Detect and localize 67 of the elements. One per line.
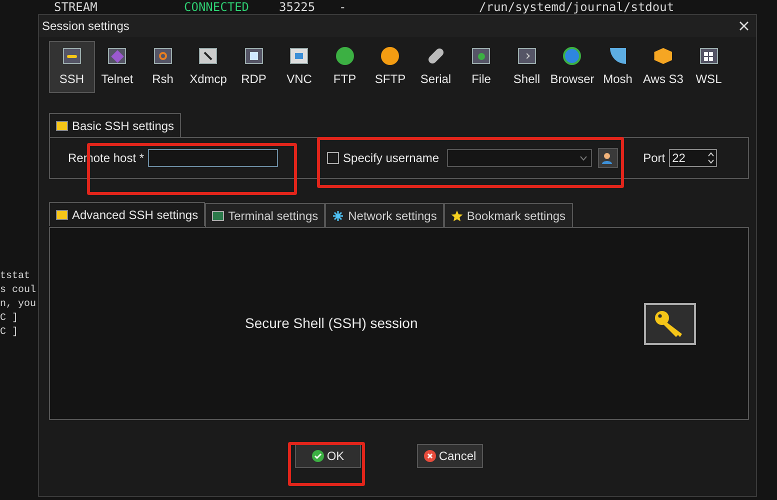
- group-tab-label: Basic SSH settings: [72, 118, 174, 134]
- protocol-button[interactable]: WSL: [686, 41, 732, 93]
- settings-tab[interactable]: Terminal settings: [205, 203, 326, 227]
- monitor-icon: [212, 210, 224, 220]
- terminal-icon: [518, 48, 536, 64]
- terminal-text: C ]: [0, 326, 18, 340]
- protocol-button[interactable]: RDP: [231, 41, 276, 93]
- terminal-text: tstat: [0, 270, 30, 284]
- port-spinner[interactable]: 22: [669, 149, 718, 167]
- globe-icon: [563, 47, 582, 65]
- gears-icon: [154, 48, 172, 64]
- monitor-icon: [290, 48, 308, 64]
- network-icon: [332, 210, 344, 222]
- ok-button[interactable]: OK: [295, 444, 361, 468]
- terminal-text: 35225: [279, 0, 316, 14]
- tab-label: Terminal settings: [228, 208, 318, 224]
- protocol-button[interactable]: Telnet: [94, 41, 140, 93]
- terminal-text: n, you: [0, 298, 36, 312]
- terminal-text: /run/systemd/journal/stdout: [479, 0, 674, 14]
- terminal-text: s coul: [0, 284, 36, 298]
- terminal-text: -: [339, 0, 348, 14]
- tab-label: Bookmark settings: [466, 208, 566, 224]
- monitor-icon: [244, 48, 263, 64]
- username-label: Specify username: [343, 150, 440, 167]
- protocol-button[interactable]: SSH: [49, 41, 94, 93]
- chevron-down-icon: [580, 156, 588, 160]
- protocol-button[interactable]: SFTP: [368, 41, 413, 93]
- x-circle-icon: [424, 450, 436, 462]
- protocol-button[interactable]: Serial: [413, 41, 458, 93]
- terminal-text: C ]: [0, 312, 18, 326]
- x-window-icon: [199, 48, 218, 64]
- protocol-button[interactable]: Mosh: [595, 41, 640, 93]
- port-value: 22: [672, 150, 686, 167]
- close-icon[interactable]: [739, 21, 749, 31]
- port-label: Port: [643, 150, 666, 167]
- remote-host-field[interactable]: [148, 149, 278, 167]
- protocol-button[interactable]: Aws S3: [640, 41, 686, 93]
- settings-tab[interactable]: Network settings: [325, 203, 444, 227]
- username-dropdown[interactable]: [447, 149, 592, 167]
- protocol-button[interactable]: File: [458, 41, 504, 93]
- terminal-text: STREAM: [54, 0, 98, 14]
- cancel-button[interactable]: Cancel: [417, 444, 483, 468]
- settings-tab[interactable]: Advanced SSH settings: [49, 202, 206, 226]
- protocol-button[interactable]: Xdmcp: [186, 41, 231, 93]
- username-checkbox[interactable]: [327, 152, 340, 164]
- user-picker-button[interactable]: [598, 148, 618, 168]
- tab-label: Advanced SSH settings: [72, 206, 198, 224]
- globe-icon: [381, 47, 400, 65]
- session-description: Secure Shell (SSH) session: [245, 314, 418, 333]
- windows-icon: [700, 48, 718, 64]
- group-tab[interactable]: Basic SSH settings: [49, 113, 182, 137]
- monitor-icon: [472, 48, 490, 64]
- protocol-button[interactable]: VNC: [276, 41, 322, 93]
- star-icon: [450, 210, 463, 222]
- cubes-icon: [654, 48, 672, 64]
- protocol-button[interactable]: FTP: [322, 41, 368, 93]
- check-circle-icon: [312, 450, 324, 462]
- window-title: Session settings: [42, 18, 130, 35]
- settings-tab[interactable]: Bookmark settings: [444, 203, 573, 227]
- gem-icon: [108, 48, 126, 64]
- spinner-arrows-icon: [708, 152, 714, 164]
- tab-label: Network settings: [348, 208, 437, 224]
- terminal-text: CONNECTED: [184, 0, 250, 14]
- protocol-button[interactable]: Rsh: [140, 41, 186, 93]
- protocol-button[interactable]: Browser: [550, 41, 595, 93]
- protocol-button[interactable]: Shell: [504, 41, 550, 93]
- globe-icon: [336, 47, 354, 65]
